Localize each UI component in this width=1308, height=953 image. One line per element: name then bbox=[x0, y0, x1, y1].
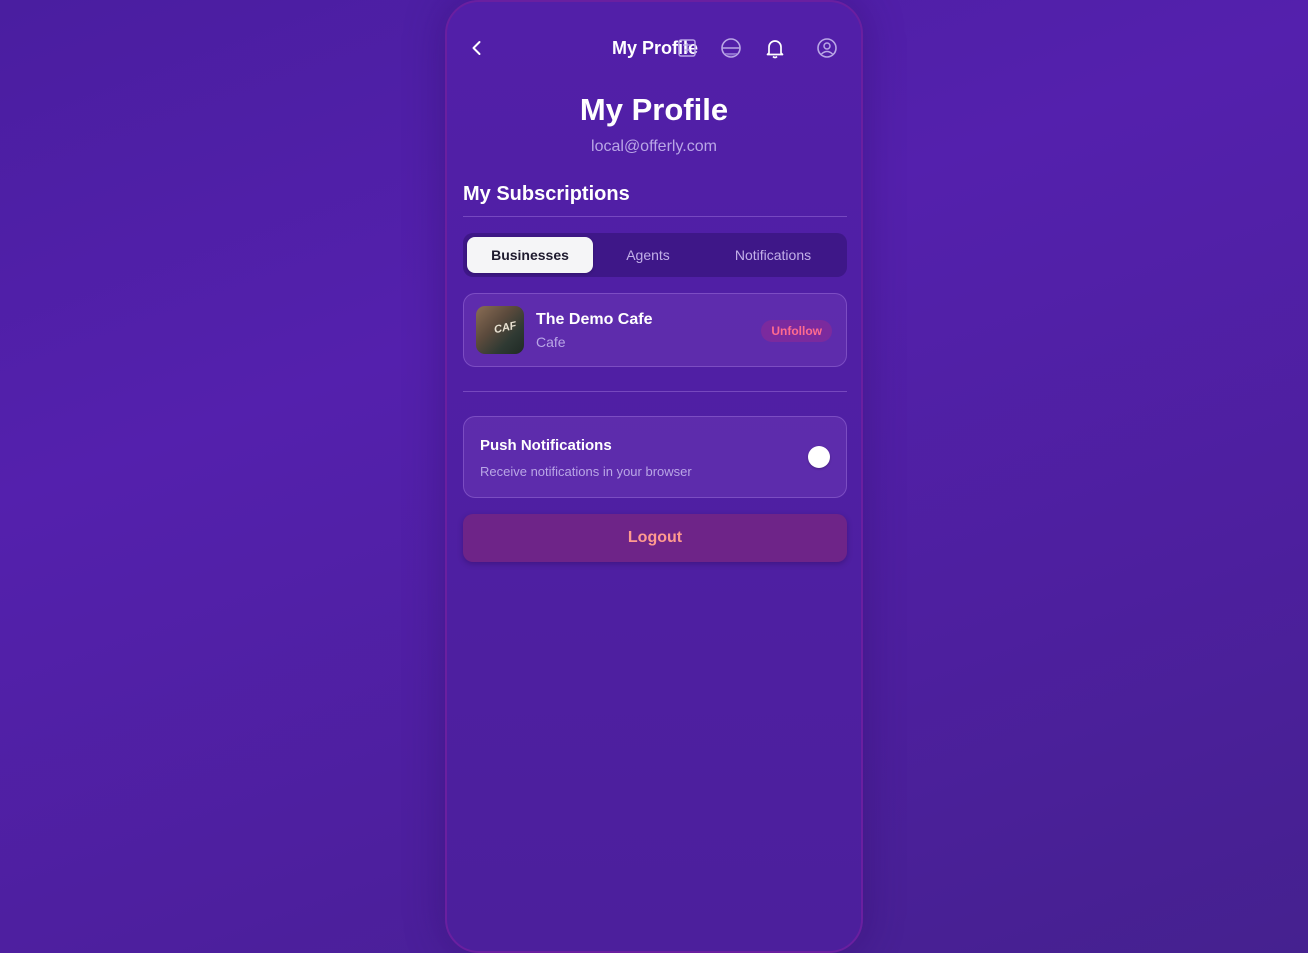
translate-icon bbox=[678, 39, 696, 57]
unfollow-button[interactable]: Unfollow bbox=[761, 320, 832, 342]
globe-icon bbox=[721, 38, 741, 58]
push-title: Push Notifications bbox=[480, 437, 612, 454]
push-description: Receive notifications in your browser bbox=[480, 464, 692, 479]
business-thumbnail: CAF bbox=[476, 306, 524, 354]
divider bbox=[463, 391, 847, 392]
subscription-tabs: Businesses Agents Notifications bbox=[463, 233, 847, 277]
chevron-left-icon bbox=[472, 41, 481, 55]
page-title: My Profile bbox=[579, 92, 729, 127]
notifications-button[interactable] bbox=[763, 36, 787, 60]
phone-frame: My Profile My Profile local@offerly.com … bbox=[445, 0, 863, 953]
divider bbox=[463, 216, 847, 217]
subscription-card: CAF The Demo Cafe Cafe Unfollow bbox=[463, 293, 847, 367]
translate-button[interactable] bbox=[675, 36, 699, 60]
theme-button[interactable] bbox=[719, 36, 743, 60]
tab-notifications[interactable]: Notifications bbox=[703, 237, 843, 273]
bell-icon bbox=[766, 40, 784, 59]
business-name: The Demo Cafe bbox=[536, 311, 653, 328]
profile-header: My Profile local@offerly.com bbox=[447, 92, 861, 156]
user-email: local@offerly.com bbox=[591, 138, 717, 155]
business-category: Cafe bbox=[536, 334, 566, 350]
push-notifications-card: Push Notifications Receive notifications… bbox=[463, 416, 847, 498]
top-bar: My Profile bbox=[447, 28, 861, 68]
tab-businesses[interactable]: Businesses bbox=[467, 237, 593, 273]
push-toggle[interactable] bbox=[808, 446, 830, 468]
thumbnail-sign-text: CAF bbox=[492, 319, 518, 337]
tab-agents[interactable]: Agents bbox=[593, 237, 703, 273]
user-circle-icon bbox=[817, 38, 837, 58]
subscriptions-title: My Subscriptions bbox=[463, 183, 630, 205]
back-button[interactable] bbox=[463, 34, 491, 62]
profile-button[interactable] bbox=[815, 36, 839, 60]
logout-button[interactable]: Logout bbox=[463, 514, 847, 562]
